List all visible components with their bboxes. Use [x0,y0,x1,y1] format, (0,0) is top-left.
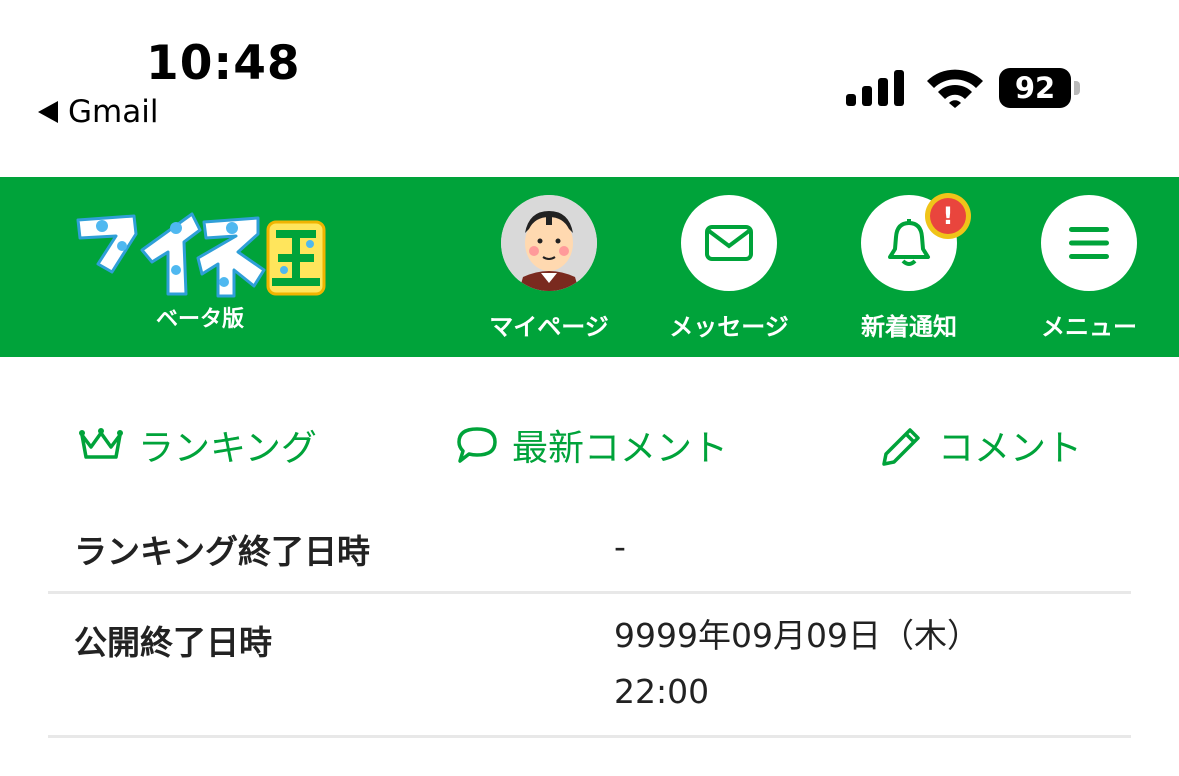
battery-level: 92 [999,68,1071,108]
info-row-publish-end: 公開終了日時 9999年09月09日（木） 22:00 [48,594,1131,738]
tab-comment[interactable]: コメント [880,419,1082,471]
wifi-icon [927,69,983,108]
publish-end-date: 9999年09月09日（木） [614,616,980,655]
notification-alert-badge: ! [925,193,971,239]
back-triangle-icon [38,101,58,123]
tab-ranking-label: ランキング [138,428,317,469]
content-tabs: ランキング 最新コメント コメント [0,357,1179,507]
nav-message-label: メッセージ [669,313,789,341]
nav-menu[interactable]: メニュー [1014,195,1164,342]
nav-notifications-label: 新着通知 [861,313,957,341]
menu-button-circle [1041,195,1137,291]
ranking-end-value: - [614,527,626,566]
back-to-app-link[interactable]: Gmail [38,94,158,130]
back-app-label: Gmail [68,94,159,130]
nav-message[interactable]: メッセージ [654,195,804,342]
speech-bubble-icon [457,427,497,463]
info-row-ranking-end: ランキング終了日時 - [48,507,1131,594]
battery-cap [1074,81,1080,95]
nav-mypage[interactable]: マイページ [474,195,624,342]
avatar [501,195,597,291]
alert-exclamation-icon: ! [930,198,966,234]
pencil-icon [882,428,920,466]
tab-ranking[interactable]: ランキング [78,419,317,471]
bell-icon [888,219,930,266]
status-time: 10:48 [146,36,301,91]
publish-end-label: 公開終了日時 [74,623,272,662]
logo-subtitle: ベータ版 [155,307,244,332]
cellular-signal-icon [846,70,906,106]
message-button-circle [681,195,777,291]
nav-mypage-label: マイページ [489,313,609,341]
avatar-face-icon [501,195,597,291]
site-logo[interactable] [72,208,332,300]
tab-comment-label: コメント [938,428,1083,469]
envelope-icon [705,225,753,261]
publish-end-time: 22:00 [614,672,710,711]
crown-icon [79,428,123,459]
tab-latest-comments-label: 最新コメント [512,428,729,469]
nav-menu-label: メニュー [1041,313,1137,341]
publish-end-value: 9999年09月09日（木） 22:00 [614,608,980,720]
site-header: ベータ版 マイページ メッセージ 新着通知 ! メニュー [0,177,1179,357]
status-bar: 10:48 Gmail 92 [0,0,1179,177]
hamburger-icon [1069,227,1109,259]
tab-latest-comments[interactable]: 最新コメント [456,419,728,471]
battery-indicator: 92 [999,68,1081,108]
ranking-end-label: ランキング終了日時 [74,532,371,571]
